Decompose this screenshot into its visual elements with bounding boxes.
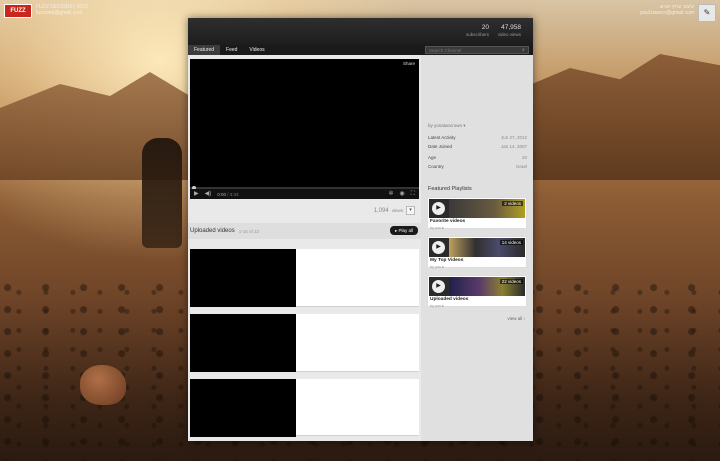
- about-value: Jan 14, 2007: [500, 144, 527, 149]
- player-controls-right: ✲ ◉ ⛶: [389, 189, 415, 199]
- about-key: Country: [428, 164, 444, 169]
- views-dropdown-button[interactable]: ▾: [406, 206, 415, 215]
- time-current: 0:00: [217, 191, 227, 197]
- playlist-card-top-videos[interactable]: ▶ 14 videos My Top Videos by you ▸: [427, 236, 527, 269]
- about-row-age: Age 20: [428, 155, 527, 160]
- subscribers-stat: 20 subscribers: [466, 24, 489, 38]
- playlist-card-uploads[interactable]: ▶ 22 videos Uploaded videos by you ▸: [427, 275, 527, 308]
- signature-logo-icon: ✎: [698, 4, 716, 22]
- video-player[interactable]: Share ▶ ◀) 0:00 / 3:33 ✲ ◉ ⛶: [190, 59, 419, 199]
- video-views-count: 47,958: [501, 24, 521, 31]
- player-controls: ▶ ◀) 0:00 / 3:33 ✲ ◉ ⛶: [190, 189, 419, 199]
- subscribers-count: 20: [481, 24, 489, 31]
- playlist-owner: by you ▸: [430, 304, 445, 308]
- person-figure: [142, 138, 182, 248]
- corner-credit-left: FUZZ FUZZ DESIGNS | 2012 fuzzweb@gmail.c…: [4, 4, 88, 18]
- uploaded-videos-header: Uploaded videos 1-15 of 22 ▸ Play all: [188, 223, 421, 239]
- about-row-country: Country Israel: [428, 164, 527, 169]
- playlist-name[interactable]: My Top Videos: [430, 258, 463, 263]
- playlist-play[interactable]: ▶: [429, 238, 449, 257]
- video-thumbnail[interactable]: [190, 379, 296, 437]
- playlist-thumbnails[interactable]: ▶ 14 videos: [429, 238, 525, 257]
- mountain-right: [520, 54, 720, 180]
- tab-featured[interactable]: Featured: [188, 45, 221, 55]
- playlist-owner: by you ▸: [430, 265, 445, 269]
- channel-panel: 20 subscribers 47,958 video views Featur…: [188, 18, 533, 441]
- about-value: 20: [521, 155, 527, 160]
- rock: [80, 365, 126, 405]
- playlist-video-count: 14 videos: [499, 240, 523, 245]
- play-all-button[interactable]: ▸ Play all: [389, 226, 418, 235]
- share-button[interactable]: Share: [403, 61, 415, 66]
- play-circle-icon[interactable]: ▶: [432, 202, 445, 215]
- about-row-date-joined: Date Joined Jan 14, 2007: [428, 144, 527, 149]
- tab-feed[interactable]: Feed: [220, 45, 243, 55]
- view-all-link[interactable]: view all ›: [507, 316, 525, 321]
- tab-videos[interactable]: Videos: [243, 45, 270, 55]
- about-key: Date Joined: [428, 144, 453, 149]
- playlist-video-count: 2 videos: [502, 201, 523, 206]
- channel-body: Share ▶ ◀) 0:00 / 3:33 ✲ ◉ ⛶ 1,094 views…: [188, 55, 533, 441]
- search-channel-input[interactable]: [425, 46, 529, 54]
- video-card[interactable]: [190, 314, 419, 372]
- video-view-label: views: [391, 208, 403, 213]
- play-icon[interactable]: ▶: [194, 189, 199, 199]
- time-display: 0:00 / 3:33: [217, 192, 238, 197]
- play-circle-icon[interactable]: ▶: [432, 280, 445, 293]
- credit-line-2: fuzzweb@gmail.com: [36, 10, 83, 16]
- playlist-video-count: 22 videos: [499, 279, 523, 284]
- playlist-thumbnails[interactable]: ▶ 2 videos: [429, 199, 525, 218]
- credit-right-line-2: paul.basecr@gmail.com: [640, 10, 694, 16]
- fullscreen-icon[interactable]: ⛶: [411, 189, 415, 199]
- video-view-count: 1,094: [373, 207, 389, 214]
- time-duration: / 3:33: [227, 191, 239, 197]
- search-icon[interactable]: ⌕: [522, 47, 528, 53]
- sidebar: by yonatancrown ▾ Latest Activity Jun 27…: [421, 55, 533, 441]
- playlist-play[interactable]: ▶: [429, 277, 449, 296]
- video-thumbnail[interactable]: [190, 314, 296, 372]
- popout-icon[interactable]: ◉: [400, 189, 405, 199]
- settings-gear-icon[interactable]: ✲: [389, 189, 394, 199]
- uploaded-videos-title[interactable]: Uploaded videos: [190, 228, 235, 234]
- playlist-card-favorites[interactable]: ▶ 2 videos Favorite videos by you ▸: [427, 197, 527, 230]
- video-card[interactable]: [190, 379, 419, 437]
- corner-credit-right: עיצוב ערוץ יוטיוב paul.basecr@gmail.com …: [640, 4, 716, 22]
- uploaded-videos-count: 1-15 of 22: [238, 228, 259, 234]
- fuzz-logo-icon: FUZZ: [4, 4, 32, 18]
- featured-playlists-title: Featured Playlists: [428, 186, 472, 192]
- playlist-name[interactable]: Uploaded videos: [430, 297, 468, 302]
- volume-icon[interactable]: ◀): [205, 189, 212, 199]
- about-row-latest-activity: Latest Activity Jun 27, 2012: [428, 135, 527, 140]
- playlist-name[interactable]: Favorite videos: [430, 219, 465, 224]
- channel-nav: Featured Feed Videos ⌕: [188, 45, 533, 55]
- about-key: Age: [428, 155, 437, 160]
- views-row: 1,094 views ▾: [374, 206, 415, 215]
- video-views-label: video views: [497, 32, 521, 37]
- channel-header: 20 subscribers 47,958 video views: [188, 18, 533, 45]
- about-key: Latest Activity: [428, 135, 456, 140]
- channel-owner-link[interactable]: by yonatancrown ▾: [428, 123, 466, 129]
- playlist-thumbnails[interactable]: ▶ 22 videos: [429, 277, 525, 296]
- about-value: Jun 27, 2012: [500, 135, 527, 140]
- main-column: Share ▶ ◀) 0:00 / 3:33 ✲ ◉ ⛶ 1,094 views…: [188, 55, 421, 441]
- playlist-play[interactable]: ▶: [429, 199, 449, 218]
- playlist-owner: by you ▸: [430, 226, 445, 230]
- views-stat: 47,958 video views: [498, 24, 521, 38]
- subscribers-label: subscribers: [465, 32, 489, 37]
- play-circle-icon[interactable]: ▶: [432, 241, 445, 254]
- about-value: Israel: [515, 164, 527, 169]
- video-card[interactable]: [190, 249, 419, 307]
- video-thumbnail[interactable]: [190, 249, 296, 307]
